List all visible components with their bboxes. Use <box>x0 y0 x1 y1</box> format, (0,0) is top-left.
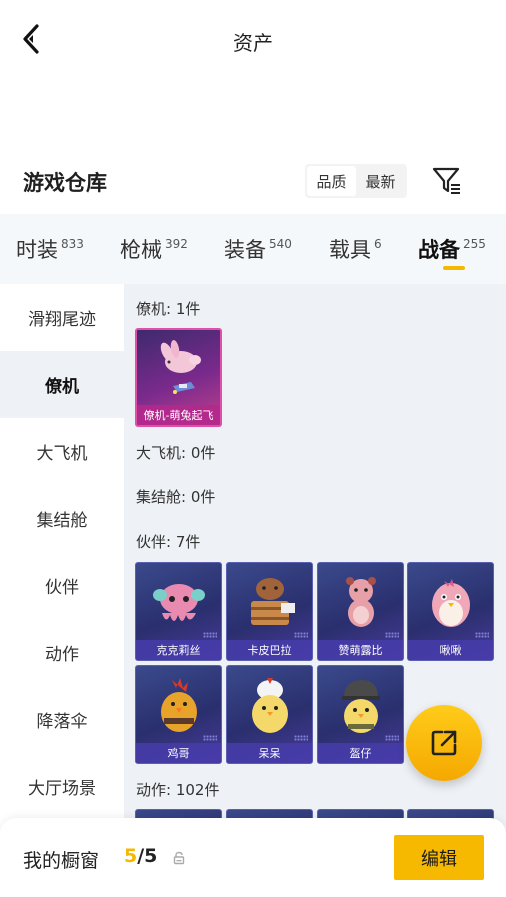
tab-count: 255 <box>463 237 486 251</box>
filter-button[interactable] <box>430 163 464 197</box>
item-name: 鸡哥 <box>136 743 221 763</box>
tab-label: 装备 <box>224 238 266 262</box>
rarity-pattern <box>203 632 217 638</box>
item-card[interactable]: 鸡哥 <box>135 665 222 764</box>
item-card[interactable]: 僚机-萌兔起飞 <box>135 328 222 427</box>
section-title-wingman: 僚机: 1件 <box>136 300 201 318</box>
helmet-chick-icon <box>342 680 380 733</box>
share-external-icon <box>431 730 457 756</box>
item-name: 卡皮巴拉 <box>227 640 312 660</box>
capybara-icon <box>251 578 295 625</box>
chick-icon <box>252 678 288 733</box>
edit-button[interactable]: 编辑 <box>394 835 484 880</box>
tab-vehicles[interactable]: 载具 6 <box>329 234 382 264</box>
page-title: 资产 <box>233 31 273 55</box>
sidebar-item-wingman[interactable]: 僚机 <box>0 351 124 418</box>
lock-icon <box>173 851 185 865</box>
item-card[interactable]: 盔仔 <box>317 665 404 764</box>
tab-label: 时装 <box>16 238 58 262</box>
tab-battle-prep[interactable]: 战备 255 <box>418 234 486 264</box>
item-card[interactable]: 啾啾 <box>407 562 494 661</box>
share-button[interactable] <box>406 705 482 781</box>
section-title-rally-pod: 集结舱: 0件 <box>136 488 216 506</box>
sidebar-item-glide-trail[interactable]: 滑翔尾迹 <box>0 284 124 351</box>
item-name: 盔仔 <box>318 743 403 763</box>
showcase-count: 5/5 <box>124 845 157 867</box>
item-name: 呆呆 <box>227 743 312 763</box>
sidebar-item-emote[interactable]: 动作 <box>0 619 124 686</box>
sub-category-sidebar: 滑翔尾迹 僚机 大飞机 集结舱 伙伴 动作 降落伞 大厅场景 <box>0 284 124 897</box>
tab-count: 6 <box>374 237 382 251</box>
item-card[interactable]: 卡皮巴拉 <box>226 562 313 661</box>
active-tab-indicator <box>443 266 465 270</box>
rarity-pattern <box>294 735 308 741</box>
tab-fashion[interactable]: 时装 833 <box>16 234 84 264</box>
tab-count: 392 <box>165 237 188 251</box>
sidebar-item-lobby-scene[interactable]: 大厅场景 <box>0 753 124 820</box>
tab-count: 833 <box>61 237 84 251</box>
showcase-bar: 我的橱窗 5/5 编辑 <box>0 818 506 897</box>
showcase-label: 我的橱窗 <box>23 850 100 872</box>
sidebar-item-big-plane[interactable]: 大飞机 <box>0 418 124 485</box>
sidebar-item-rally-pod[interactable]: 集结舱 <box>0 485 124 552</box>
showcase-current: 5 <box>124 845 138 867</box>
sidebar-item-companion[interactable]: 伙伴 <box>0 552 124 619</box>
rarity-pattern <box>475 632 489 638</box>
tab-firearms[interactable]: 枪械 392 <box>120 234 188 264</box>
item-grid: 僚机: 1件 僚机-萌兔起飞 大飞机: 0件 集结舱: 0件 伙伴: 7件 克克… <box>124 284 506 897</box>
section-title-emote: 动作: 102件 <box>136 781 220 799</box>
octopus-icon <box>153 584 205 621</box>
rarity-pattern <box>203 735 217 741</box>
top-bar: 资产 <box>0 0 506 80</box>
item-card[interactable]: 克克莉丝 <box>135 562 222 661</box>
item-card[interactable]: 呆呆 <box>226 665 313 764</box>
bunny-plane-icon <box>160 340 201 394</box>
sidebar-item-parachute[interactable]: 降落伞 <box>0 686 124 753</box>
tab-label: 战备 <box>418 238 460 262</box>
section-title-big-plane: 大飞机: 0件 <box>136 444 216 462</box>
bird-icon <box>432 579 470 627</box>
tab-label: 载具 <box>329 238 371 262</box>
tab-equipment[interactable]: 装备 540 <box>224 234 292 264</box>
tab-label: 枪械 <box>120 238 162 262</box>
filter-icon <box>432 167 460 194</box>
sort-quality-option[interactable]: 品质 <box>307 166 356 196</box>
item-card[interactable]: 赞萌露比 <box>317 562 404 661</box>
item-name: 僚机-萌兔起飞 <box>137 405 220 425</box>
rarity-pattern <box>385 632 399 638</box>
beaver-icon <box>346 577 376 627</box>
item-name: 啾啾 <box>408 640 493 660</box>
warehouse-title: 游戏仓库 <box>23 171 107 195</box>
rarity-pattern <box>294 632 308 638</box>
section-title-companion: 伙伴: 7件 <box>136 533 201 551</box>
showcase-total: /5 <box>137 845 158 867</box>
sort-latest-option[interactable]: 最新 <box>356 166 405 196</box>
tab-count: 540 <box>269 237 292 251</box>
sort-toggle: 品质 最新 <box>305 164 407 198</box>
rooster-icon <box>161 678 197 732</box>
rarity-pattern <box>385 735 399 741</box>
item-name: 克克莉丝 <box>136 640 221 660</box>
item-name: 赞萌露比 <box>318 640 403 660</box>
category-tabs: 时装 833 枪械 392 装备 540 载具 6 战备 255 <box>0 214 506 284</box>
